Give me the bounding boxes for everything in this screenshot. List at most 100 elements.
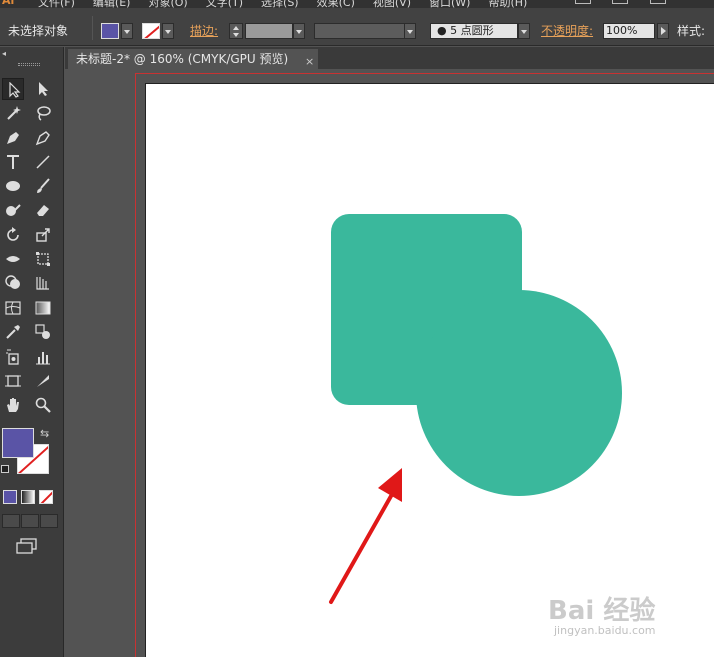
free-transform-tool[interactable] — [32, 248, 54, 270]
line-icon — [36, 155, 50, 169]
pen-tool[interactable] — [2, 127, 24, 149]
eyedropper-tool[interactable] — [2, 321, 24, 343]
perspective-grid-icon — [36, 277, 49, 290]
menu-view[interactable]: 视图(V) — [373, 0, 411, 9]
stroke-weight-dropdown[interactable] — [293, 23, 305, 39]
brush-dropdown[interactable] — [518, 23, 530, 39]
draw-inside-button[interactable] — [40, 514, 58, 528]
opacity-input[interactable]: 100% — [603, 23, 655, 39]
gradient-tool[interactable] — [32, 297, 54, 319]
shaper-tool[interactable] — [2, 199, 24, 221]
fill-dropdown[interactable] — [121, 23, 133, 39]
opacity-slider-toggle[interactable] — [657, 23, 669, 39]
perspective-grid-tool[interactable] — [32, 272, 54, 294]
none-mode-button[interactable] — [39, 490, 53, 504]
stroke-label[interactable]: 描边: — [190, 22, 218, 39]
stroke-swatch[interactable] — [142, 23, 160, 39]
artboard-tool[interactable] — [2, 370, 24, 392]
document-tab-title: 未标题-2* @ 160% (CMYK/GPU 预览) — [76, 52, 289, 66]
shape-builder-tool[interactable] — [2, 272, 24, 294]
none-slash-icon — [40, 491, 52, 503]
selection-status: 未选择对象 — [8, 24, 69, 38]
menu-select[interactable]: 选择(S) — [261, 0, 299, 9]
gradient-mode-button[interactable] — [21, 490, 35, 504]
color-mode-button[interactable] — [3, 490, 17, 504]
pen-icon — [7, 132, 19, 144]
paintbrush-tool[interactable] — [32, 175, 54, 197]
brush-label: 5 点圆形 — [450, 24, 494, 37]
menu-bar: Ai 文件(F) 编辑(E) 对象(O) 文字(T) 选择(S) 效果(C) 视… — [0, 0, 714, 9]
curvature-tool[interactable] — [32, 127, 54, 149]
type-tool[interactable] — [2, 151, 24, 173]
menu-file[interactable]: 文件(F) — [38, 0, 75, 9]
canvas-area[interactable] — [65, 69, 714, 657]
rotate-tool[interactable] — [2, 224, 24, 246]
direct-selection-tool[interactable] — [32, 78, 54, 100]
paintbrush-icon — [37, 178, 50, 193]
scale-icon — [36, 228, 50, 242]
hand-icon — [7, 398, 19, 412]
slice-tool[interactable] — [32, 370, 54, 392]
column-graph-icon — [36, 352, 50, 365]
bridge-icon[interactable] — [575, 0, 591, 4]
eraser-tool[interactable] — [32, 199, 54, 221]
line-segment-tool[interactable] — [32, 151, 54, 173]
watermark: Bai 经验 jingyan.baidu.com — [548, 590, 708, 640]
zoom-tool[interactable] — [32, 394, 54, 416]
selection-tool[interactable] — [2, 78, 24, 100]
brush-dot-icon: ● — [437, 24, 447, 37]
divider — [92, 16, 93, 40]
watermark-brand: Bai 经验 — [548, 596, 656, 626]
document-tab-bar: 未标题-2* @ 160% (CMYK/GPU 预览) × — [65, 47, 714, 69]
symbol-sprayer-tool[interactable] — [2, 346, 24, 368]
symbol-sprayer-icon — [6, 349, 19, 365]
menu-object[interactable]: 对象(O) — [148, 0, 187, 9]
magic-wand-tool[interactable] — [2, 102, 24, 124]
brush-definition[interactable]: ● 5 点圆形 — [430, 23, 518, 39]
stroke-weight-stepper[interactable] — [229, 23, 243, 39]
menu-effect[interactable]: 效果(C) — [317, 0, 355, 9]
fill-color-swatch[interactable] — [2, 428, 34, 458]
document-tab[interactable]: 未标题-2* @ 160% (CMYK/GPU 预览) × — [68, 49, 318, 69]
hand-tool[interactable] — [2, 394, 24, 416]
width-tool[interactable] — [2, 248, 24, 270]
circle-shape[interactable] — [416, 290, 622, 496]
menu-help[interactable]: 帮助(H) — [488, 0, 527, 9]
draw-normal-button[interactable] — [2, 514, 20, 528]
stroke-weight-input[interactable] — [245, 23, 293, 39]
menu-edit[interactable]: 编辑(E) — [93, 0, 131, 9]
stroke-dropdown[interactable] — [162, 23, 174, 39]
menu-type[interactable]: 文字(T) — [206, 0, 243, 9]
column-graph-tool[interactable] — [32, 346, 54, 368]
artwork-layer — [329, 214, 622, 604]
default-fill-stroke-icon[interactable] — [1, 465, 9, 473]
lasso-tool[interactable] — [32, 102, 54, 124]
variable-width-profile[interactable] — [314, 23, 414, 39]
draw-behind-button[interactable] — [21, 514, 39, 528]
scale-tool[interactable] — [32, 224, 54, 246]
menu-window[interactable]: 窗口(W) — [429, 0, 470, 9]
blend-tool[interactable] — [32, 321, 54, 343]
fill-swatch[interactable] — [101, 23, 119, 39]
curvature-icon — [35, 131, 50, 146]
stock-icon[interactable] — [612, 0, 628, 4]
screen-mode-icon[interactable] — [16, 538, 38, 554]
opacity-label[interactable]: 不透明度: — [541, 22, 593, 39]
style-label: 样式: — [677, 24, 706, 38]
eraser-icon — [37, 205, 49, 216]
shaper-icon — [6, 204, 21, 216]
arrange-icon[interactable] — [650, 0, 666, 4]
swap-fill-stroke-icon[interactable]: ⇆ — [40, 427, 49, 440]
eyedropper-icon — [6, 325, 20, 339]
artboard-icon — [5, 375, 21, 387]
collapse-icon[interactable]: ◂ — [2, 49, 6, 58]
annotation-arrow-shaft — [329, 487, 397, 604]
app-logo: Ai — [2, 0, 15, 7]
menu-items: 文件(F) 编辑(E) 对象(O) 文字(T) 选择(S) 效果(C) 视图(V… — [38, 0, 527, 9]
profile-dropdown[interactable] — [404, 23, 416, 39]
mesh-tool[interactable] — [2, 297, 24, 319]
ellipse-icon — [6, 181, 20, 191]
ellipse-tool[interactable] — [2, 175, 24, 197]
panel-grip[interactable] — [18, 63, 40, 66]
selection-arrow-icon — [9, 82, 21, 98]
